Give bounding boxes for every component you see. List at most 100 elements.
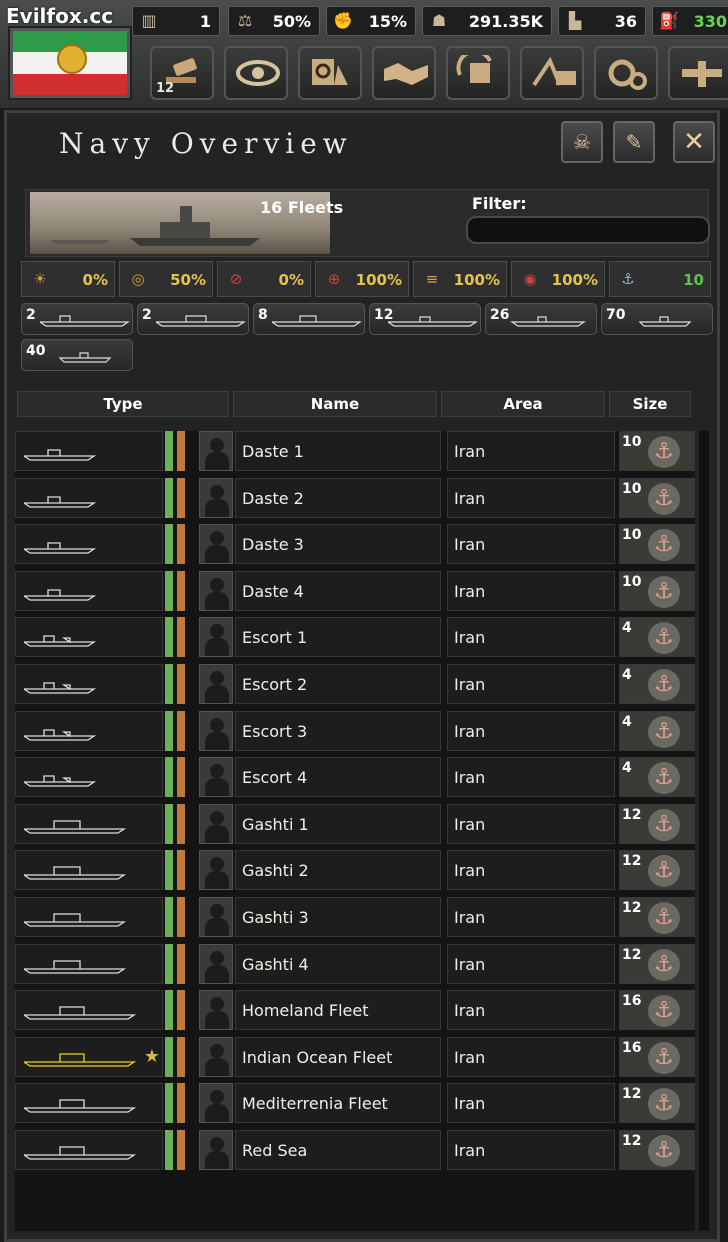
fleet-row[interactable]: Mediterrenia Fleet Iran 12 ⚓ <box>15 1083 695 1124</box>
fleet-type[interactable] <box>15 897 163 937</box>
fleet-type[interactable] <box>15 990 163 1031</box>
fleet-name[interactable]: Red Sea <box>235 1130 441 1170</box>
admiral-portrait[interactable] <box>199 431 233 471</box>
stat-factories[interactable]: ▙ 36 <box>558 6 646 36</box>
fleet-type[interactable] <box>15 943 163 984</box>
fleet-row[interactable]: ★ Indian Ocean Fleet Iran 16 ⚓ <box>15 1036 695 1077</box>
stat-war-support[interactable]: ✊ 15% <box>326 6 416 36</box>
toolbar-research-button[interactable] <box>298 46 362 100</box>
toolbar-trade-button[interactable] <box>446 46 510 100</box>
admiral-portrait[interactable] <box>199 897 233 937</box>
admiral-portrait[interactable] <box>199 803 233 844</box>
column-size[interactable]: Size <box>609 391 691 417</box>
filter-light-cruiser[interactable]: 12 <box>369 303 481 335</box>
fleet-size[interactable]: 10 ⚓ <box>619 570 695 611</box>
fleet-name[interactable]: Daste 3 <box>235 524 441 565</box>
fleet-name[interactable]: Escort 3 <box>235 710 441 751</box>
stat-stability[interactable]: ⚖ 50% <box>228 6 320 36</box>
fleet-size[interactable]: 16 ⚓ <box>619 990 695 1031</box>
column-name[interactable]: Name <box>233 391 437 417</box>
toolbar-logistics-button[interactable] <box>668 46 728 100</box>
modifier-3[interactable]: ⊕ 100% <box>315 261 409 297</box>
fleet-size[interactable]: 4 ⚓ <box>619 757 695 798</box>
admiral-portrait[interactable] <box>199 710 233 751</box>
fleet-size[interactable]: 12 ⚓ <box>619 1130 695 1170</box>
fleet-name[interactable]: Homeland Fleet <box>235 990 441 1031</box>
fleet-name[interactable]: Gashti 1 <box>235 803 441 844</box>
admiral-portrait[interactable] <box>199 850 233 891</box>
fleet-type[interactable] <box>15 524 163 565</box>
admiral-portrait[interactable] <box>199 617 233 658</box>
fleet-size[interactable]: 10 ⚓ <box>619 524 695 565</box>
fleet-name[interactable]: Daste 2 <box>235 477 441 518</box>
filter-submarine-2[interactable]: 40 <box>21 339 133 371</box>
modifier-0[interactable]: ☀ 0% <box>21 261 115 297</box>
fleet-type[interactable] <box>15 1130 163 1170</box>
stat-political-power[interactable]: ▥ 1 <box>132 6 220 36</box>
fleet-name[interactable]: Gashti 3 <box>235 897 441 937</box>
admiral-portrait[interactable] <box>199 757 233 798</box>
fleet-size[interactable]: 4 ⚓ <box>619 617 695 658</box>
admiral-portrait[interactable] <box>199 1036 233 1077</box>
fleet-size[interactable]: 4 ⚓ <box>619 710 695 751</box>
filter-submarine[interactable]: 70 <box>601 303 713 335</box>
stat-fuel[interactable]: ⛽ 330 <box>652 6 728 36</box>
fleet-type[interactable] <box>15 431 163 471</box>
toolbar-intelligence-button[interactable] <box>224 46 288 100</box>
filter-input[interactable] <box>466 216 710 244</box>
fleet-type[interactable] <box>15 803 163 844</box>
close-button[interactable]: ✕ <box>673 121 715 163</box>
fleet-type[interactable] <box>15 1083 163 1124</box>
column-type[interactable]: Type <box>17 391 229 417</box>
country-flag[interactable] <box>10 28 130 98</box>
fleet-size[interactable]: 12 ⚓ <box>619 1083 695 1124</box>
fleet-row[interactable]: Daste 3 Iran 10 ⚓ <box>15 524 695 565</box>
fleet-row[interactable]: Gashti 4 Iran 12 ⚓ <box>15 943 695 984</box>
fleet-name[interactable]: Daste 1 <box>235 431 441 471</box>
fleet-row[interactable]: Escort 3 Iran 4 ⚓ <box>15 710 695 751</box>
scrollbar[interactable] <box>699 431 709 1231</box>
admiral-portrait[interactable] <box>199 943 233 984</box>
fleet-name[interactable]: Gashti 4 <box>235 943 441 984</box>
fleet-name[interactable]: Escort 1 <box>235 617 441 658</box>
fleet-row[interactable]: Red Sea Iran 12 ⚓ <box>15 1130 695 1170</box>
toolbar-production-button[interactable] <box>594 46 658 100</box>
fleet-row[interactable]: Daste 4 Iran 10 ⚓ <box>15 570 695 611</box>
fleet-name[interactable]: Mediterrenia Fleet <box>235 1083 441 1124</box>
fleet-row[interactable]: Gashti 3 Iran 12 ⚓ <box>15 897 695 937</box>
fleet-name[interactable]: Gashti 2 <box>235 850 441 891</box>
fleet-row[interactable]: Gashti 1 Iran 12 ⚓ <box>15 803 695 844</box>
fleet-size[interactable]: 10 ⚓ <box>619 477 695 518</box>
fleet-row[interactable]: Gashti 2 Iran 12 ⚓ <box>15 850 695 891</box>
stat-manpower[interactable]: ☗ 291.35K <box>422 6 552 36</box>
fleet-size[interactable]: 12 ⚓ <box>619 850 695 891</box>
fleet-size[interactable]: 10 ⚓ <box>619 431 695 471</box>
filter-heavy-cruiser[interactable]: 8 <box>253 303 365 335</box>
fleet-size[interactable]: 12 ⚓ <box>619 943 695 984</box>
fleet-type[interactable] <box>15 710 163 751</box>
admiral-portrait[interactable] <box>199 570 233 611</box>
fleet-size[interactable]: 12 ⚓ <box>619 803 695 844</box>
admiral-portrait[interactable] <box>199 1083 233 1124</box>
toolbar-diplomacy-button[interactable] <box>372 46 436 100</box>
filter-carrier[interactable]: 2 <box>21 303 133 335</box>
fleet-row[interactable]: Escort 2 Iran 4 ⚓ <box>15 664 695 704</box>
modifier-4[interactable]: ≡ 100% <box>413 261 507 297</box>
fleet-row[interactable]: Homeland Fleet Iran 16 ⚓ <box>15 990 695 1031</box>
admiral-portrait[interactable] <box>199 524 233 565</box>
fleet-name[interactable]: Indian Ocean Fleet <box>235 1036 441 1077</box>
filter-battleship[interactable]: 2 <box>137 303 249 335</box>
templates-button[interactable]: ✎ <box>613 121 655 163</box>
toolbar-decisions-button[interactable]: 12 <box>150 46 214 100</box>
fleet-row[interactable]: Escort 4 Iran 4 ⚓ <box>15 757 695 798</box>
fleet-name[interactable]: Escort 4 <box>235 757 441 798</box>
fleet-type[interactable] <box>15 664 163 704</box>
fleet-row[interactable]: Escort 1 Iran 4 ⚓ <box>15 617 695 658</box>
fleet-type[interactable] <box>15 570 163 611</box>
admiral-portrait[interactable] <box>199 477 233 518</box>
fleet-name[interactable]: Escort 2 <box>235 664 441 704</box>
admiral-portrait[interactable] <box>199 1130 233 1170</box>
fleet-type[interactable] <box>15 757 163 798</box>
fleet-size[interactable]: 16 ⚓ <box>619 1036 695 1077</box>
admiral-portrait[interactable] <box>199 664 233 704</box>
